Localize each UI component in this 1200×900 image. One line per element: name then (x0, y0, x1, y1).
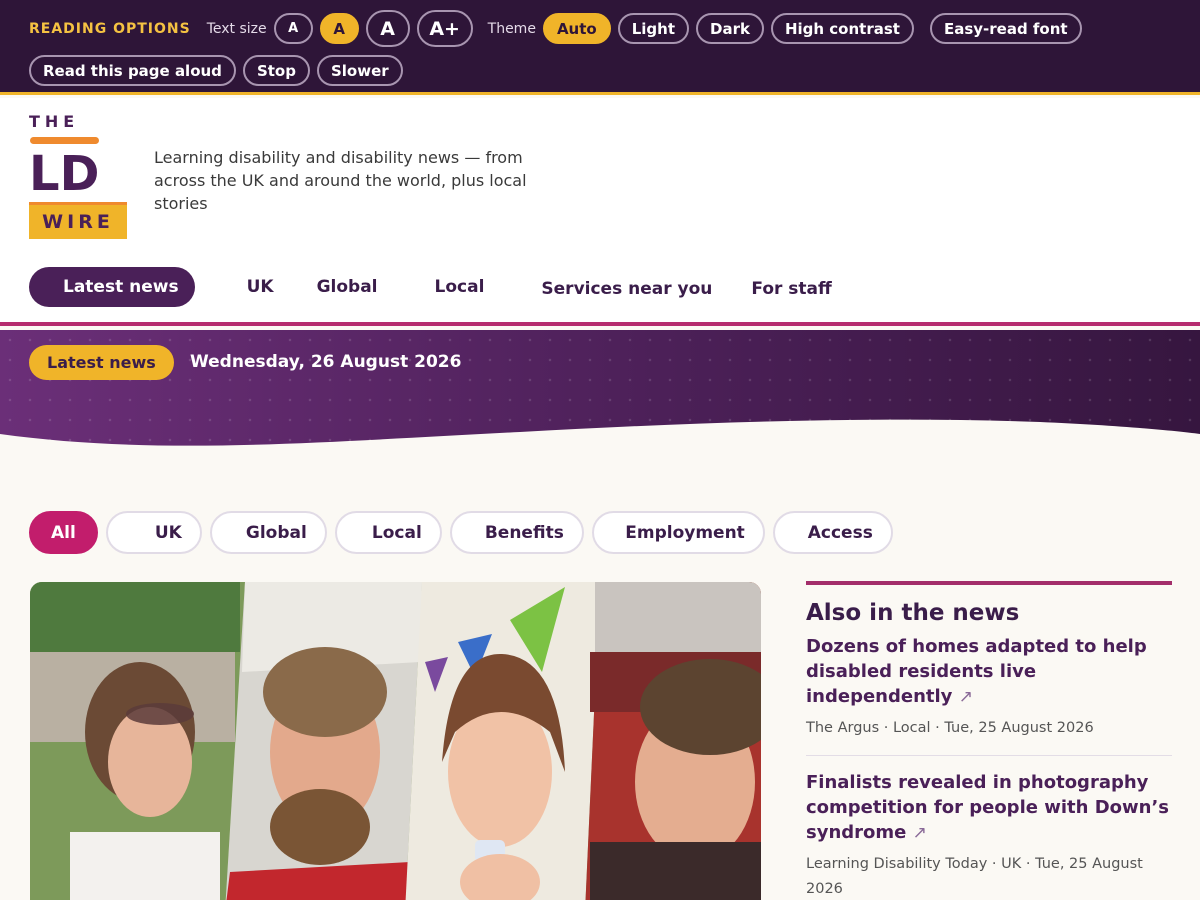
read-aloud-row: Read this page aloud Stop Slower (29, 55, 410, 86)
filter-global[interactable]: Global (209, 511, 327, 554)
text-size-large-button[interactable]: A (365, 10, 410, 47)
story-meta: Learning Disability Today · UK · Tue, 25… (806, 856, 1143, 897)
also-in-the-news: Also in the news Dozens of homes adapted… (806, 581, 1172, 900)
external-link-icon: ↗ (958, 687, 973, 707)
lead-story-image[interactable] (30, 582, 761, 900)
stop-button[interactable]: Stop (242, 55, 310, 86)
filter-all[interactable]: All (29, 511, 98, 554)
logo-ld: LD (29, 146, 100, 202)
sidebar-story[interactable]: Dozens of homes adapted to help disabled… (806, 634, 1172, 756)
story-headline[interactable]: Dozens of homes adapted to help disabled… (806, 636, 1147, 707)
external-link-icon: ↗ (912, 823, 927, 843)
theme-light-button[interactable]: Light (617, 13, 689, 44)
story-meta: The Argus · Local · Tue, 25 August 2026 (806, 720, 1094, 736)
filter-benefits[interactable]: Benefits (449, 511, 584, 554)
reading-options-row: READING OPTIONS Text size A A A A+ Theme… (29, 10, 1089, 47)
section-banner: Latest news Wednesday, 26 August 2026 (0, 330, 1200, 455)
filter-employment[interactable]: Employment (591, 511, 765, 554)
theme-dark-button[interactable]: Dark (696, 13, 764, 44)
banner-wave (0, 419, 1200, 455)
nav-global[interactable]: Global (317, 267, 378, 307)
nav-local[interactable]: Local (435, 267, 485, 307)
theme-high-contrast-button[interactable]: High contrast (770, 13, 914, 44)
sidebar-title: Also in the news (806, 600, 1020, 626)
easy-read-font-button[interactable]: Easy-read font (929, 13, 1082, 44)
story-headline[interactable]: Finalists revealed in photography compet… (806, 772, 1169, 843)
main-nav: Latest news UK Global Local Services nea… (29, 267, 832, 307)
filter-local[interactable]: Local (334, 511, 442, 554)
story-headline-link[interactable]: Dozens of homes adapted to help disabled… (806, 634, 1172, 710)
nav-uk[interactable]: UK (247, 267, 274, 307)
text-size-medium-button[interactable]: A (319, 13, 359, 44)
story-headline-link[interactable]: Finalists revealed in photography compet… (806, 770, 1172, 846)
photo-collage (30, 582, 761, 900)
theme-label: Theme (487, 20, 536, 37)
logo-the: THE (29, 112, 80, 131)
logo-bar (30, 137, 99, 144)
filter-access[interactable]: Access (772, 511, 893, 554)
nav-for-staff[interactable]: For staff (751, 269, 831, 309)
current-date: Wednesday, 26 August 2026 (190, 352, 462, 372)
sidebar-story[interactable]: Finalists revealed in photography compet… (806, 770, 1172, 900)
reading-options-bar: READING OPTIONS Text size A A A A+ Theme… (0, 0, 1200, 95)
reading-options-title: READING OPTIONS (29, 20, 191, 37)
latest-news-badge: Latest news (29, 345, 174, 380)
site-header: THE LD WIRE Learning disability and disa… (0, 98, 1200, 326)
theme-auto-button[interactable]: Auto (542, 13, 611, 44)
text-size-small-button[interactable]: A (273, 13, 313, 44)
site-logo[interactable]: THE LD WIRE (29, 112, 129, 248)
filter-uk[interactable]: UK (105, 511, 202, 554)
site-tagline: Learning disability and disability news … (154, 148, 527, 213)
topic-filters: All UK Global Local Benefits Employment … (29, 511, 901, 554)
slower-button[interactable]: Slower (316, 55, 403, 86)
read-aloud-button[interactable]: Read this page aloud (29, 55, 236, 86)
text-size-xlarge-button[interactable]: A+ (416, 10, 473, 47)
logo-wire: WIRE (29, 202, 127, 239)
nav-services-near-you[interactable]: Services near you (541, 269, 712, 309)
text-size-label: Text size (206, 20, 267, 37)
nav-latest-news[interactable]: Latest news (29, 267, 195, 307)
